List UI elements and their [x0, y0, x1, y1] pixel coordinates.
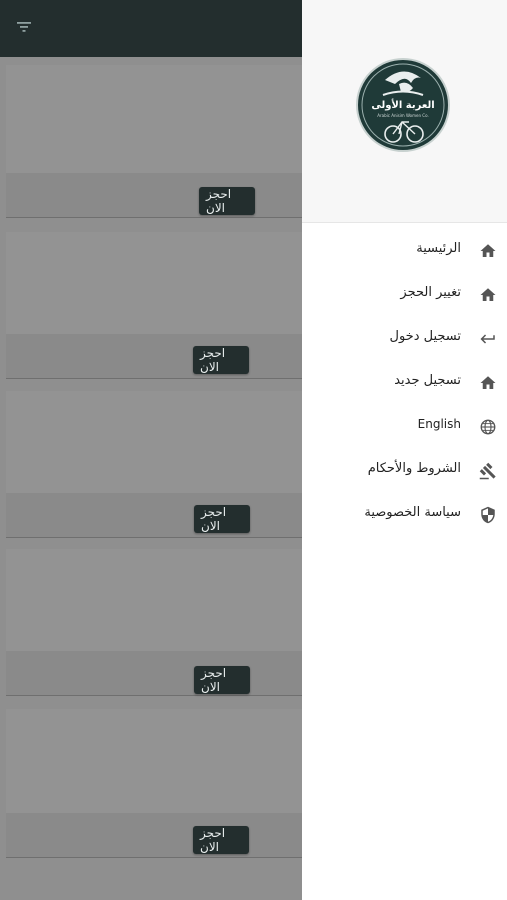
shield-icon — [481, 506, 495, 524]
app-bar — [0, 0, 302, 57]
home-icon — [480, 376, 496, 389]
globe-icon — [480, 419, 496, 435]
book-now-button[interactable]: احجز الان — [193, 346, 249, 374]
filter-icon[interactable] — [14, 17, 34, 37]
listing-card: احجز الان — [6, 391, 302, 538]
listing-card: احجز الان — [6, 549, 302, 696]
book-now-button[interactable]: احجز الان — [194, 505, 250, 533]
listing-card: احجز الان — [6, 232, 302, 379]
menu-item-label: تسجيل دخول — [389, 329, 462, 344]
navigation-drawer: العربة الأولى Arabic Anisim Women Co. ال… — [302, 0, 507, 900]
menu-item-home[interactable]: الرئيسية — [302, 229, 507, 273]
home-icon — [480, 244, 496, 257]
home-icon — [480, 288, 496, 301]
drawer-header: العربة الأولى Arabic Anisim Women Co. — [302, 0, 507, 223]
menu-item-label: تغيير الحجز — [400, 285, 461, 300]
menu-item-label: الرئيسية — [416, 241, 461, 256]
gavel-icon — [479, 462, 496, 480]
menu-item-change-booking[interactable]: تغيير الحجز — [302, 273, 507, 317]
listing-content: احجز الان احجز الان احجز الان احجز الان … — [0, 57, 302, 900]
menu-item-label: English — [417, 417, 461, 431]
menu-item-label: سياسة الخصوصية — [364, 505, 461, 520]
brand-logo: العربة الأولى Arabic Anisim Women Co. — [356, 58, 450, 152]
menu-item-language[interactable]: English — [302, 405, 507, 449]
book-now-button[interactable]: احجز الان — [193, 826, 249, 854]
listing-card: احجز الان — [6, 709, 302, 858]
book-now-button[interactable]: احجز الان — [194, 666, 250, 694]
menu-item-terms[interactable]: الشروط والأحكام — [302, 449, 507, 493]
listing-card: احجز الان — [6, 65, 302, 218]
logo-title: العربة الأولى — [371, 98, 434, 111]
menu-item-register[interactable]: تسجيل جديد — [302, 361, 507, 405]
book-now-button[interactable]: احجز الان — [199, 187, 255, 215]
logo-subtitle: Arabic Anisim Women Co. — [377, 113, 428, 118]
login-arrow-icon — [480, 334, 495, 344]
menu-item-label: الشروط والأحكام — [367, 461, 461, 476]
menu-item-label: تسجيل جديد — [394, 373, 461, 388]
menu-item-privacy[interactable]: سياسة الخصوصية — [302, 493, 507, 537]
menu-item-login[interactable]: تسجيل دخول — [302, 317, 507, 361]
